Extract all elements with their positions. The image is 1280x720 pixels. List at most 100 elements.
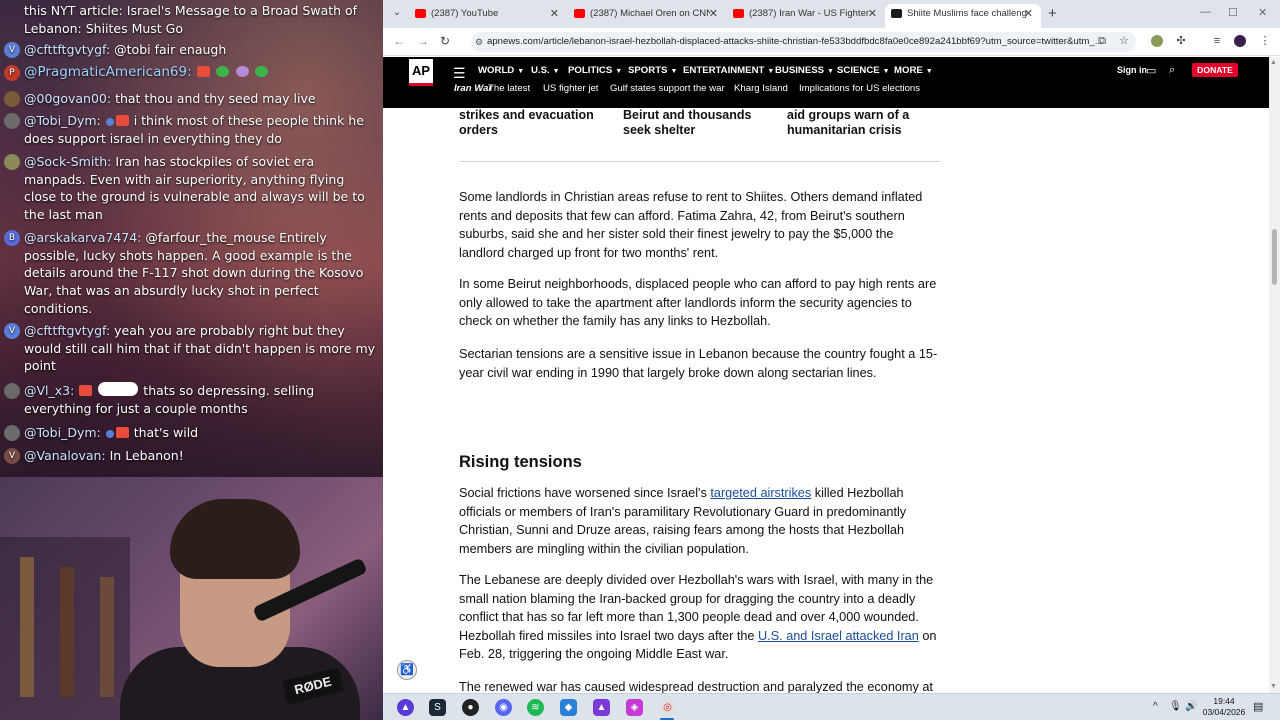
scroll-down-icon[interactable]: ▼: [1270, 683, 1277, 690]
app-icon[interactable]: ◆: [560, 699, 577, 716]
windows-taskbar: ▲ S ● ◉ ≋ ◆ ▲ ◈ ◎ ^ 🎙 🔊 19:44 03/04/2026…: [383, 693, 1280, 720]
related-story-link[interactable]: aid groups warn of a humanitarian crisis: [787, 108, 937, 138]
app-launcher-icon[interactable]: ▲: [397, 699, 414, 716]
user-avatar: V: [4, 42, 20, 58]
microphone-icon[interactable]: 🎙: [1169, 701, 1182, 712]
extension-icon[interactable]: [1151, 35, 1163, 47]
user-avatar: [4, 91, 20, 107]
chat-bubble-icon[interactable]: ▭: [1146, 64, 1156, 77]
subnav-us-elections[interactable]: Implications for US elections: [799, 83, 920, 94]
address-bar[interactable]: ⚙ apnews.com/article/lebanon-israel-hezb…: [471, 32, 1136, 52]
tab-title: (2387) YouTube: [431, 8, 499, 19]
chevron-down-icon: ▼: [615, 68, 623, 75]
forward-icon[interactable]: →: [417, 34, 429, 48]
discord-icon[interactable]: ◉: [495, 699, 512, 716]
close-icon[interactable]: ✕: [1024, 4, 1033, 24]
chat-message: @00govan00: that thou and thy seed may l…: [4, 90, 379, 108]
close-window-icon[interactable]: ✕: [1258, 6, 1267, 19]
user-avatar: B: [4, 230, 20, 246]
chat-message: @Sock-Smith: Iran has stockpiles of sovi…: [4, 153, 379, 224]
app-icon[interactable]: ◈: [626, 699, 643, 716]
accessibility-icon[interactable]: ♿: [397, 660, 417, 680]
subnav-iran-war[interactable]: Iran War: [454, 83, 492, 94]
tab-apnews[interactable]: Shiite Muslims face challenges ✕: [885, 4, 1041, 28]
targeted-airstrikes-link[interactable]: targeted airstrikes: [710, 486, 811, 500]
badge-icon: [115, 427, 129, 438]
badge-icon: [105, 118, 114, 126]
nav-entertainment[interactable]: ENTERTAINMENT ▼: [683, 65, 774, 76]
chevron-down-icon: ▼: [925, 68, 933, 75]
close-icon[interactable]: ✕: [709, 4, 718, 24]
steam-icon[interactable]: S: [429, 699, 446, 716]
chat-message: P @PragmaticAmerican69:: [4, 64, 379, 82]
nav-business[interactable]: BUSINESS ▼: [775, 65, 834, 76]
app-icon[interactable]: ▲: [593, 699, 610, 716]
related-story-link[interactable]: Beirut and thousands seek shelter: [623, 108, 773, 138]
install-app-icon[interactable]: ⧉: [1096, 35, 1108, 47]
chat-message-text: @tobi fair enaugh: [114, 42, 227, 57]
badge-icon: [115, 115, 129, 126]
page-scrollbar[interactable]: ▲ ▼: [1269, 57, 1280, 693]
chevron-down-icon: ▼: [827, 68, 834, 75]
ap-logo-underline: [409, 83, 433, 86]
emote-icon: [98, 382, 139, 396]
tab-youtube-oren[interactable]: (2387) Michael Oren on CNN: W ✕: [568, 4, 726, 28]
chat-message: @Tobi_Dym: i think most of these people …: [4, 112, 379, 147]
subnav-kharg-island[interactable]: Kharg Island: [734, 83, 788, 94]
clock-date: 03/04/2026: [1202, 707, 1246, 717]
search-icon[interactable]: ⌕: [1169, 64, 1175, 77]
nav-sports[interactable]: SPORTS ▼: [628, 65, 677, 76]
notification-icon[interactable]: ▤: [1253, 700, 1263, 713]
chrome-icon[interactable]: ◎: [659, 699, 676, 716]
subnav-gulf-states[interactable]: Gulf states support the war: [610, 83, 725, 94]
badge-icon: [196, 66, 210, 77]
hamburger-menu-icon[interactable]: ☰: [453, 65, 466, 82]
chevron-up-icon[interactable]: ^: [1153, 701, 1158, 712]
obs-icon[interactable]: ●: [462, 699, 479, 716]
nav-more[interactable]: MORE ▼: [894, 65, 933, 76]
back-icon[interactable]: ←: [393, 34, 405, 48]
subnav-latest[interactable]: The latest: [488, 83, 530, 94]
scrollbar-thumb[interactable]: [1272, 229, 1277, 285]
volume-icon[interactable]: 🔊: [1185, 701, 1197, 712]
site-info-icon[interactable]: ⚙: [475, 32, 483, 52]
reload-icon[interactable]: ↻: [440, 34, 450, 48]
profile-avatar-icon[interactable]: [1234, 35, 1246, 47]
nav-label: SPORTS: [628, 65, 668, 76]
close-icon[interactable]: ✕: [550, 4, 559, 24]
nav-politics[interactable]: POLITICS ▼: [568, 65, 622, 76]
article-paragraph: In some Beirut neighborhoods, displaced …: [459, 277, 937, 329]
system-clock[interactable]: 19:44 03/04/2026: [1199, 696, 1249, 718]
section-heading: Rising tensions: [459, 453, 582, 471]
tab-search-icon[interactable]: ⌄: [389, 5, 405, 21]
spotify-icon[interactable]: ≋: [527, 699, 544, 716]
nav-world[interactable]: WORLD ▼: [478, 65, 524, 76]
subnav-fighter-jet[interactable]: US fighter jet: [543, 83, 598, 94]
guitar: [60, 567, 74, 697]
guitar: [20, 557, 34, 697]
close-icon[interactable]: ✕: [868, 4, 877, 24]
tab-youtube-iran[interactable]: (2387) Iran War - US Fighter Jet ✕: [727, 4, 885, 28]
ap-site-header: AP ☰ WORLD ▼ U.S. ▼ POLITICS ▼ SPORTS ▼ ENTE…: [383, 57, 1269, 108]
us-israel-attacked-iran-link[interactable]: U.S. and Israel attacked Iran: [758, 629, 919, 643]
menu-kebab-icon[interactable]: ⋮: [1259, 35, 1271, 47]
bookmark-star-icon[interactable]: ☆: [1118, 35, 1130, 47]
minimize-icon[interactable]: —: [1200, 6, 1211, 18]
nav-us[interactable]: U.S. ▼: [531, 65, 560, 76]
chat-message-text: that's wild: [133, 425, 199, 440]
donate-button[interactable]: DONATE: [1192, 63, 1238, 77]
related-story-link[interactable]: strikes and evacuation orders: [459, 108, 609, 138]
nav-science[interactable]: SCIENCE ▼: [837, 65, 890, 76]
new-tab-icon[interactable]: +: [1048, 4, 1057, 24]
extensions-puzzle-icon[interactable]: ✣: [1175, 35, 1187, 47]
tab-title: (2387) Michael Oren on CNN: W: [590, 8, 710, 19]
sign-in-link[interactable]: Sign in: [1117, 65, 1147, 75]
maximize-icon[interactable]: ☐: [1228, 6, 1238, 19]
scroll-up-icon[interactable]: ▲: [1270, 59, 1277, 66]
media-control-icon[interactable]: ≡: [1211, 35, 1223, 47]
tab-youtube[interactable]: (2387) YouTube ✕: [409, 4, 567, 28]
nav-label: MORE: [894, 65, 923, 76]
guitar: [100, 577, 114, 697]
ap-logo[interactable]: AP: [409, 59, 433, 83]
chat-message: B @arskakarva7474: @farfour_the_mouse En…: [4, 229, 379, 318]
